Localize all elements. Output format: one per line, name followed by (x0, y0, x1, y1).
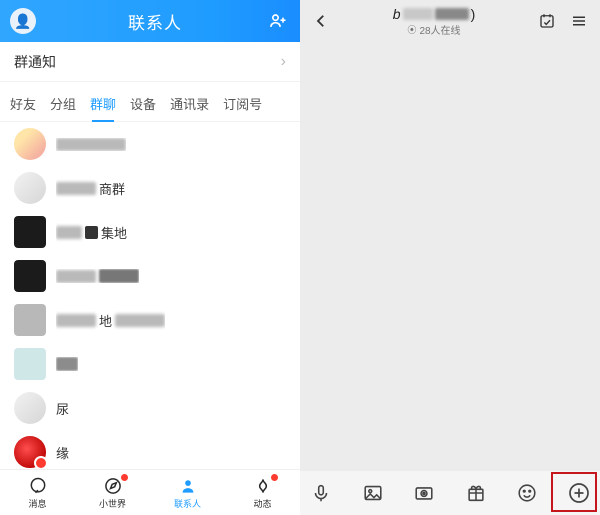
group-name (56, 357, 78, 371)
chat-subtitle: ⦿ 28人在线 (407, 22, 460, 37)
voice-icon[interactable] (308, 480, 334, 506)
chat-bubble-icon (28, 476, 48, 496)
group-avatar (14, 304, 46, 336)
person-icon (178, 476, 198, 496)
image-icon[interactable] (360, 480, 386, 506)
list-item[interactable]: 商群 (0, 166, 300, 210)
camera-icon[interactable] (411, 480, 437, 506)
clock-icon: ⦿ (407, 23, 416, 36)
group-notice-row[interactable]: 群通知 › (0, 42, 300, 82)
badge-dot (121, 474, 128, 481)
tab-devices[interactable]: 设备 (130, 88, 156, 121)
menu-icon[interactable] (568, 10, 590, 32)
list-item[interactable]: 缘 (0, 430, 300, 469)
contacts-title: 联系人 (44, 9, 266, 34)
contacts-pane: 👤 联系人 群通知 › 好友 分组 群聊 设备 通讯录 订阅号 商 (0, 0, 300, 515)
chat-pane: b ) ⦿ 28人在线 (300, 0, 600, 515)
group-avatar (14, 216, 46, 248)
group-avatar (14, 436, 46, 468)
group-name: 地 (56, 311, 165, 330)
contacts-header: 👤 联系人 (0, 0, 300, 42)
add-friend-icon[interactable] (266, 9, 290, 33)
group-name: 商群 (56, 179, 125, 198)
list-item[interactable] (0, 342, 300, 386)
list-item[interactable]: 地 (0, 298, 300, 342)
emoji-icon[interactable] (514, 480, 540, 506)
annotation-highlight (551, 472, 597, 512)
group-name: 尿 (56, 399, 69, 418)
nav-contacts[interactable]: 联系人 (150, 470, 225, 515)
badge-dot (271, 474, 278, 481)
chat-body[interactable] (300, 42, 600, 471)
group-name (56, 138, 126, 151)
chat-title: b ) (393, 6, 475, 22)
group-avatar (14, 172, 46, 204)
chat-header: b ) ⦿ 28人在线 (300, 0, 600, 42)
group-notice-label: 群通知 (14, 52, 56, 72)
group-name (56, 269, 139, 283)
chat-title-box: b ) ⦿ 28人在线 (332, 6, 536, 37)
group-name: 集地 (56, 223, 127, 242)
list-item[interactable] (0, 122, 300, 166)
category-tabs: 好友 分组 群聊 设备 通讯录 订阅号 (0, 82, 300, 122)
app-root: 👤 联系人 群通知 › 好友 分组 群聊 设备 通讯录 订阅号 商 (0, 0, 600, 515)
nav-activity[interactable]: 动态 (225, 470, 300, 515)
nav-miniworld[interactable]: 小世界 (75, 470, 150, 515)
group-avatar (14, 260, 46, 292)
chat-header-actions (536, 10, 590, 32)
gift-icon[interactable] (463, 480, 489, 506)
list-item[interactable]: 尿 (0, 386, 300, 430)
tab-contacts-book[interactable]: 通讯录 (170, 88, 209, 121)
list-item[interactable]: 集地 (0, 210, 300, 254)
nav-messages[interactable]: 消息 (0, 470, 75, 515)
group-avatar (14, 128, 46, 160)
tab-friends[interactable]: 好友 (10, 88, 36, 121)
group-avatar (14, 348, 46, 380)
group-avatar (14, 392, 46, 424)
back-icon[interactable] (310, 10, 332, 32)
compass-icon (103, 476, 123, 496)
chevron-right-icon: › (281, 53, 286, 71)
list-item[interactable] (0, 254, 300, 298)
spark-icon (253, 476, 273, 496)
tab-group-chat[interactable]: 群聊 (90, 88, 116, 121)
calendar-check-icon[interactable] (536, 10, 558, 32)
tab-groups[interactable]: 分组 (50, 88, 76, 121)
tab-subscriptions[interactable]: 订阅号 (223, 88, 262, 121)
bottom-nav: 消息 小世界 联系人 动态 (0, 469, 300, 515)
my-avatar[interactable]: 👤 (10, 8, 36, 34)
group-list: 商群 集地 地 尿 缘 (0, 122, 300, 469)
group-name: 缘 (56, 443, 69, 462)
